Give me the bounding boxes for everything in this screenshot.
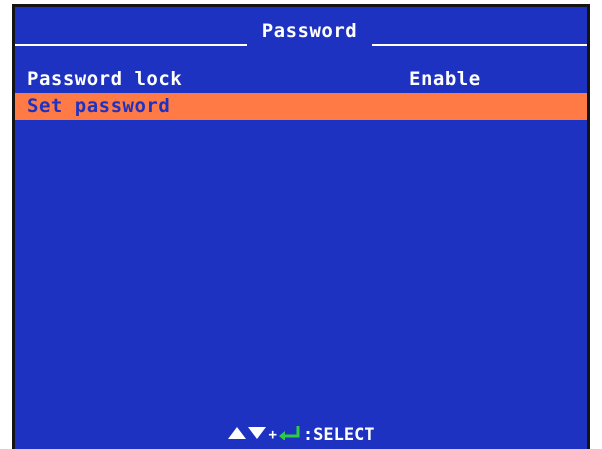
- menu-item-password-lock[interactable]: Password lock Enable: [15, 65, 587, 93]
- menu-item-set-password[interactable]: Set password: [15, 93, 587, 120]
- menu-list: Password lock Enable Set password: [15, 65, 587, 120]
- title-bar: Password: [15, 7, 587, 46]
- title-divider-left: [15, 44, 247, 46]
- menu-item-label: Password lock: [27, 68, 183, 90]
- plus-sign: +: [268, 427, 277, 443]
- down-arrow-icon: [247, 423, 267, 447]
- up-arrow-icon: [227, 423, 247, 447]
- menu-item-value: Enable: [409, 68, 481, 90]
- title-divider-right: [372, 44, 587, 46]
- enter-icon: [278, 423, 302, 447]
- footer-hint: + :SELECT: [15, 423, 587, 447]
- menu-item-label: Set password: [27, 95, 171, 117]
- page-title: Password: [261, 20, 358, 42]
- select-hint: :SELECT: [302, 425, 375, 445]
- osd-screen: Password Password lock Enable Set passwo…: [12, 4, 590, 449]
